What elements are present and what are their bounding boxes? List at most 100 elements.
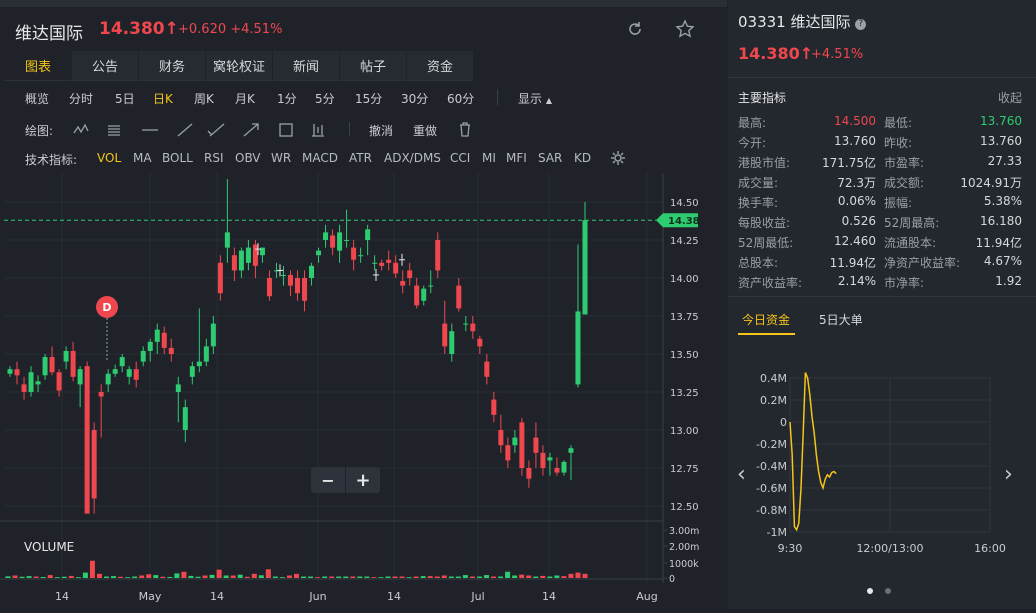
fund-y-tick: -0.6M bbox=[756, 482, 787, 495]
indicator-cci[interactable]: CCI bbox=[450, 151, 470, 165]
volume-bar bbox=[223, 575, 229, 578]
tab-chart[interactable]: 图表 bbox=[5, 51, 71, 81]
indicator-ma[interactable]: MA bbox=[133, 151, 152, 165]
tab-5day-big-orders[interactable]: 5日大单 bbox=[819, 311, 863, 328]
indicator-kd[interactable]: KD bbox=[574, 151, 591, 165]
undo-button[interactable]: 撤消 bbox=[369, 122, 393, 139]
indicator-mfi[interactable]: MFI bbox=[506, 151, 527, 165]
indicator-adx[interactable]: ADX/DMS bbox=[384, 151, 441, 165]
fund-y-tick: -1M bbox=[767, 526, 787, 539]
indicator-vol[interactable]: VOL bbox=[97, 151, 121, 165]
volume-bar bbox=[167, 576, 173, 578]
metric-value: 2.14% bbox=[837, 274, 876, 288]
metric-label: 资产收益率: bbox=[738, 276, 803, 290]
fund-y-tick: 0.2M bbox=[760, 394, 787, 407]
period-30min[interactable]: 30分 bbox=[401, 90, 428, 107]
volume-bar bbox=[89, 560, 95, 578]
star-icon[interactable] bbox=[674, 18, 696, 40]
candle-body bbox=[575, 311, 581, 385]
tab-financial[interactable]: 财务 bbox=[139, 51, 205, 81]
period-monthly[interactable]: 月K bbox=[235, 90, 255, 107]
period-1min[interactable]: 1分 bbox=[277, 90, 297, 107]
volume-bar bbox=[301, 576, 307, 578]
candle-body bbox=[63, 350, 69, 362]
period-5min[interactable]: 5分 bbox=[315, 90, 335, 107]
candle-body bbox=[470, 323, 476, 332]
settings-gear-icon[interactable] bbox=[610, 150, 626, 166]
candle-body bbox=[372, 262, 378, 264]
candle-body bbox=[568, 448, 574, 453]
zoom-in-button[interactable]: + bbox=[346, 467, 380, 493]
metric-label: 52周最低: bbox=[738, 236, 794, 250]
tab-announcement[interactable]: 公告 bbox=[72, 51, 138, 81]
tab-warrants[interactable]: 窝轮权证 bbox=[206, 51, 272, 81]
zoom-out-button[interactable]: − bbox=[311, 467, 345, 493]
prev-arrow-icon[interactable]: ‹ bbox=[737, 462, 746, 487]
period-60min[interactable]: 60分 bbox=[447, 90, 474, 107]
volume-bar bbox=[329, 576, 335, 578]
volume-bar bbox=[385, 576, 391, 578]
metric-value: 13.760 bbox=[980, 114, 1022, 128]
next-arrow-icon[interactable]: › bbox=[1004, 462, 1013, 487]
metric-label: 市净率: bbox=[884, 276, 925, 290]
divider bbox=[728, 296, 1036, 297]
refresh-icon[interactable] bbox=[624, 18, 646, 40]
candle-body bbox=[393, 262, 399, 274]
period-15min[interactable]: 15分 bbox=[355, 90, 382, 107]
indicator-sar[interactable]: SAR bbox=[538, 151, 562, 165]
dividend-marker[interactable]: D bbox=[96, 296, 118, 318]
volume-bar bbox=[568, 573, 574, 578]
arrow-tool-icon bbox=[243, 123, 259, 137]
page-dot-2[interactable] bbox=[885, 588, 891, 594]
indicator-boll[interactable]: BOLL bbox=[162, 151, 193, 165]
volume-bar bbox=[139, 575, 145, 578]
fund-flow-chart: 0.4M 0.2M 0 -0.2M -0.4M -0.6M -0.8M -1M 9:30 12:0… bbox=[756, 372, 1006, 555]
fib-tool-icon bbox=[108, 125, 120, 136]
trash-icon[interactable] bbox=[458, 121, 472, 137]
quote-change: +4.51% bbox=[811, 47, 864, 62]
tab-today-funds[interactable]: 今日资金 bbox=[742, 311, 790, 328]
tab-funds[interactable]: 资金 bbox=[407, 51, 473, 81]
redo-button[interactable]: 重做 bbox=[413, 122, 437, 139]
help-icon[interactable]: ? bbox=[855, 19, 867, 30]
volume-bar bbox=[308, 576, 314, 578]
tab-news[interactable]: 新闻 bbox=[273, 51, 339, 81]
kline-chart[interactable]: 14.50 14.25 14.00 13.75 13.50 13.25 13.00 12.75… bbox=[0, 173, 727, 609]
volume-bar bbox=[244, 576, 250, 578]
indicator-atr[interactable]: ATR bbox=[349, 151, 372, 165]
candle-body bbox=[147, 341, 153, 351]
period-daily[interactable]: 日K bbox=[153, 90, 173, 107]
candle-body bbox=[126, 369, 132, 377]
volume-label: VOLUME bbox=[24, 540, 74, 554]
candle-body bbox=[533, 437, 539, 453]
page-dot-1[interactable] bbox=[867, 588, 873, 594]
candle-body bbox=[540, 452, 546, 468]
volume-bar bbox=[5, 576, 11, 578]
metric-value: 16.180 bbox=[980, 214, 1022, 228]
volume-bar bbox=[357, 576, 363, 578]
period-5day[interactable]: 5日 bbox=[115, 90, 135, 107]
indicator-obv[interactable]: OBV bbox=[235, 151, 261, 165]
metric-value: 1.92 bbox=[995, 274, 1022, 288]
candle-body bbox=[498, 430, 504, 446]
period-weekly[interactable]: 周K bbox=[194, 90, 214, 107]
candle-body bbox=[519, 422, 525, 468]
tab-posts[interactable]: 帖子 bbox=[340, 51, 406, 81]
metric-value: 27.33 bbox=[987, 154, 1022, 168]
volume-bar bbox=[54, 577, 60, 578]
collapse-button[interactable]: 收起 bbox=[998, 89, 1022, 106]
candle-body bbox=[365, 229, 371, 240]
volume-tick-label: 1000k bbox=[669, 559, 699, 570]
x-tick-label: 14 bbox=[55, 590, 69, 603]
candle-body bbox=[189, 366, 195, 377]
candle-body bbox=[224, 232, 230, 248]
display-dropdown[interactable]: 显示 ▲ bbox=[518, 90, 552, 107]
indicator-macd[interactable]: MACD bbox=[302, 151, 338, 165]
indicator-wr[interactable]: WR bbox=[271, 151, 291, 165]
period-overview[interactable]: 概览 bbox=[25, 90, 49, 107]
candle-body bbox=[42, 357, 48, 376]
indicator-rsi[interactable]: RSI bbox=[204, 151, 224, 165]
indicator-mi[interactable]: MI bbox=[482, 151, 496, 165]
volume-bar bbox=[195, 576, 201, 578]
period-intraday[interactable]: 分时 bbox=[69, 90, 93, 107]
